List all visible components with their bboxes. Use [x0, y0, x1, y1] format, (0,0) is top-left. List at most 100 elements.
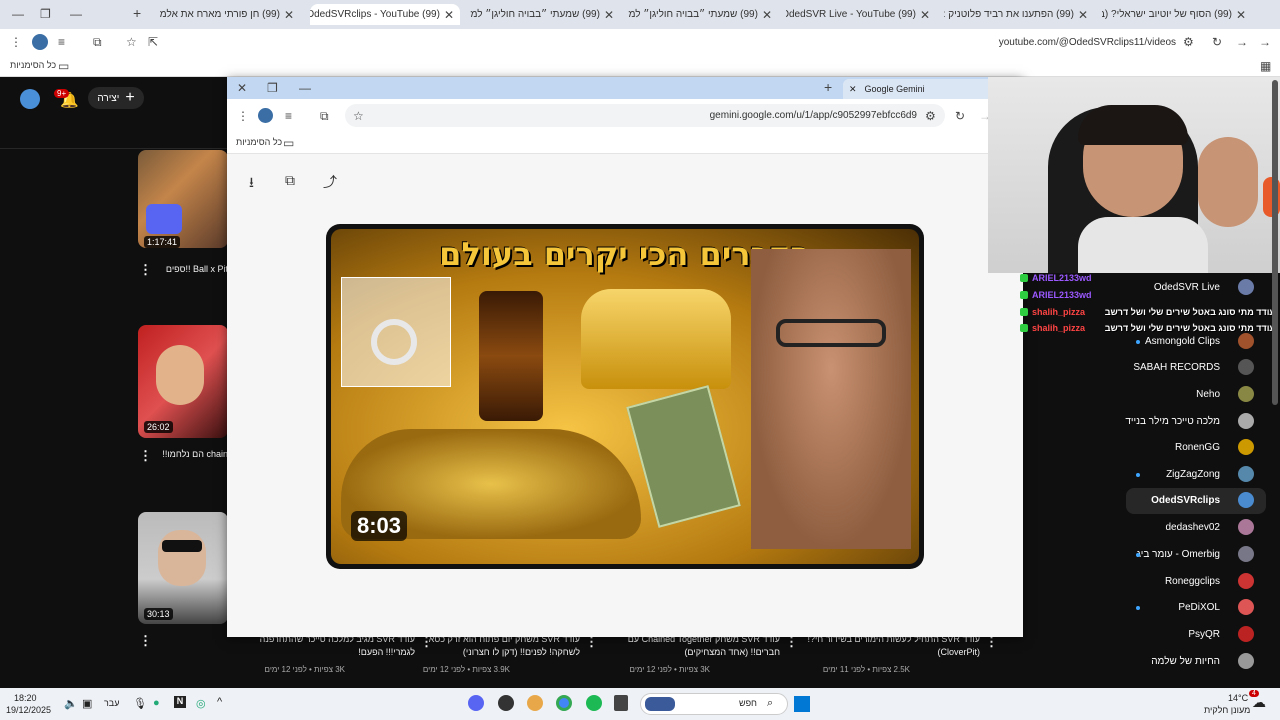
weather-desc[interactable]: מעונן חלקית	[1204, 705, 1250, 715]
scrollbar-thumb[interactable]	[1272, 80, 1278, 405]
menu-icon[interactable]: ⋮	[237, 109, 249, 123]
profile-avatar[interactable]	[258, 108, 273, 123]
browser-tab[interactable]: ✕ (99) OdedSVRclips - YouTube	[310, 4, 460, 25]
tab-search-icon[interactable]: ≡	[58, 35, 65, 49]
channel-avatar[interactable]	[1238, 653, 1254, 669]
gemini-url[interactable]: gemini.google.com/u/1/app/c9052997ebfcc6…	[667, 110, 917, 121]
minimize-icon[interactable]: —	[70, 7, 82, 21]
channel-item[interactable]: Neho	[1070, 389, 1220, 400]
channel-avatar[interactable]	[1238, 492, 1254, 508]
channel-item[interactable]: Asmongold Clips	[1070, 336, 1220, 347]
discord-icon[interactable]	[468, 695, 484, 711]
browser-tab[interactable]: ✕ (99) הסוף של יוטיוב ישראלי? (בנ	[1102, 4, 1252, 25]
close-tab-icon[interactable]: ✕	[604, 8, 614, 22]
channel-avatar[interactable]	[1238, 386, 1254, 402]
browser-tab[interactable]: ✕ (99) OdedSVR Live - YouTube	[786, 4, 936, 25]
channel-avatar[interactable]	[1238, 413, 1254, 429]
address-bar-url[interactable]: youtube.com/@OdedSVRclips11/videos	[960, 37, 1176, 48]
language-indicator[interactable]: עבר	[104, 698, 119, 708]
browser-tab[interactable]: ✕ (99) שמעתי ״בבויה חוליגן״ למש	[628, 4, 778, 25]
channel-item[interactable]: RonenGG	[1070, 442, 1220, 453]
windows-start-icon[interactable]	[794, 696, 810, 712]
menu-icon[interactable]: ⋮	[10, 35, 22, 49]
apps-grid-icon[interactable]: ▦	[1260, 59, 1271, 73]
new-tab-icon[interactable]: +	[824, 79, 832, 95]
channel-item[interactable]: SABAH RECORDS	[1070, 362, 1220, 373]
site-settings-icon[interactable]: ⚙	[1183, 35, 1194, 49]
video-thumbnail-2[interactable]: 26:02	[138, 325, 228, 438]
site-settings-icon[interactable]: ⚙	[925, 109, 936, 123]
channel-item[interactable]: ZigZagZong	[1070, 469, 1220, 480]
app-icon[interactable]	[527, 695, 543, 711]
spotify-icon[interactable]	[586, 695, 602, 711]
app-icon[interactable]: ●	[153, 697, 160, 709]
close-tab-icon[interactable]: ✕	[762, 8, 772, 22]
channel-item[interactable]: Omerbig - עומר ביג	[1070, 549, 1220, 560]
all-bookmarks-label[interactable]: כל הסימניות	[10, 60, 56, 70]
all-bookmarks-label[interactable]: כל הסימניות	[236, 137, 282, 147]
file-explorer-icon[interactable]	[614, 695, 628, 711]
channel-avatar[interactable]	[1238, 279, 1254, 295]
minimize-icon[interactable]: —	[299, 81, 311, 95]
network-icon[interactable]: ▣	[82, 697, 92, 710]
browser-tab[interactable]: ✕ (99) הפתענו את רביד פלוטניק :	[944, 4, 1094, 25]
video-menu-icon[interactable]: ⋮	[139, 633, 152, 649]
browser-tab[interactable]: ✕ (99) חן פורתי מארח את אלמוג	[160, 4, 300, 25]
share-icon[interactable]: ⤴	[323, 172, 337, 192]
close-tab-icon[interactable]: ✕	[444, 8, 454, 22]
clock-time[interactable]: 18:20	[14, 693, 37, 703]
chevron-up-icon[interactable]: ^	[217, 696, 222, 708]
extensions-icon[interactable]: ⧉	[320, 109, 329, 124]
reload-icon[interactable]: ↻	[1212, 35, 1222, 49]
extensions-icon[interactable]: ⧉	[93, 35, 102, 50]
video-title[interactable]: chain הם נלחמו!!	[150, 448, 228, 461]
channel-item[interactable]: Roneggclips	[1070, 576, 1220, 587]
notion-icon[interactable]: N	[174, 696, 186, 708]
restore-icon[interactable]: ❐	[40, 7, 51, 21]
video-thumbnail-1[interactable]: 1:17:41	[138, 150, 228, 248]
channel-item[interactable]: PeDiXOL	[1070, 602, 1220, 613]
download-icon[interactable]: ⭳	[249, 172, 254, 196]
back-icon[interactable]: →	[1259, 35, 1271, 49]
browser-tab[interactable]: ✕ (99) שמעתי ״בבויה חוליגן״ למש	[470, 4, 620, 25]
channel-avatar[interactable]	[1238, 333, 1254, 349]
channel-item[interactable]: החיות של שלמה	[1070, 656, 1220, 667]
clock-date[interactable]: 19/12/2025	[6, 705, 51, 715]
channel-item[interactable]: מלכה טייכר מילר בנייד	[1070, 416, 1220, 427]
close-window-icon[interactable]: ✕	[237, 81, 247, 95]
channel-item[interactable]: dedashev02	[1070, 522, 1221, 533]
video-thumbnail-3[interactable]: 30:13	[138, 512, 228, 624]
tab-search-icon[interactable]: ≡	[285, 109, 292, 123]
close-tab-icon[interactable]: ✕	[849, 84, 857, 95]
restore-icon[interactable]: ❐	[267, 81, 278, 95]
channel-avatar[interactable]	[1238, 439, 1254, 455]
microphone-icon[interactable]: 🎙	[133, 697, 147, 710]
reload-icon[interactable]: ↻	[955, 109, 965, 123]
close-tab-icon[interactable]: ✕	[284, 8, 294, 22]
channel-avatar[interactable]	[1238, 359, 1254, 375]
user-avatar[interactable]	[20, 89, 40, 109]
close-tab-icon[interactable]: ✕	[1078, 8, 1088, 22]
create-button[interactable]: יצירה +	[88, 87, 144, 109]
profile-avatar[interactable]	[32, 34, 48, 50]
copy-icon[interactable]: ⧉	[285, 172, 295, 189]
video-title[interactable]: Ball x Pit !!ספים	[150, 263, 228, 276]
channel-avatar[interactable]	[1238, 466, 1254, 482]
channel-avatar[interactable]	[1238, 573, 1254, 589]
channel-avatar[interactable]	[1238, 626, 1254, 642]
forward-icon[interactable]: →	[1236, 35, 1248, 49]
speaker-icon[interactable]: 🔈	[64, 697, 78, 710]
channel-item[interactable]: PsyQR	[1070, 629, 1220, 640]
share-icon[interactable]: ⇱	[148, 35, 158, 49]
channel-avatar[interactable]	[1238, 599, 1254, 615]
minimize-icon[interactable]: —	[12, 7, 24, 21]
channel-avatar[interactable]	[1238, 519, 1254, 535]
obs-icon[interactable]	[498, 695, 514, 711]
channel-item[interactable]: OdedSVR Live	[1070, 282, 1220, 293]
taskbar-search[interactable]: חפש ⌕	[640, 693, 788, 715]
chrome-icon[interactable]	[556, 695, 572, 711]
new-tab-icon[interactable]: +	[133, 5, 141, 21]
bookmark-star-icon[interactable]: ☆	[353, 109, 364, 123]
weather-temp[interactable]: 14°C	[1228, 693, 1248, 703]
close-tab-icon[interactable]: ✕	[920, 8, 930, 22]
